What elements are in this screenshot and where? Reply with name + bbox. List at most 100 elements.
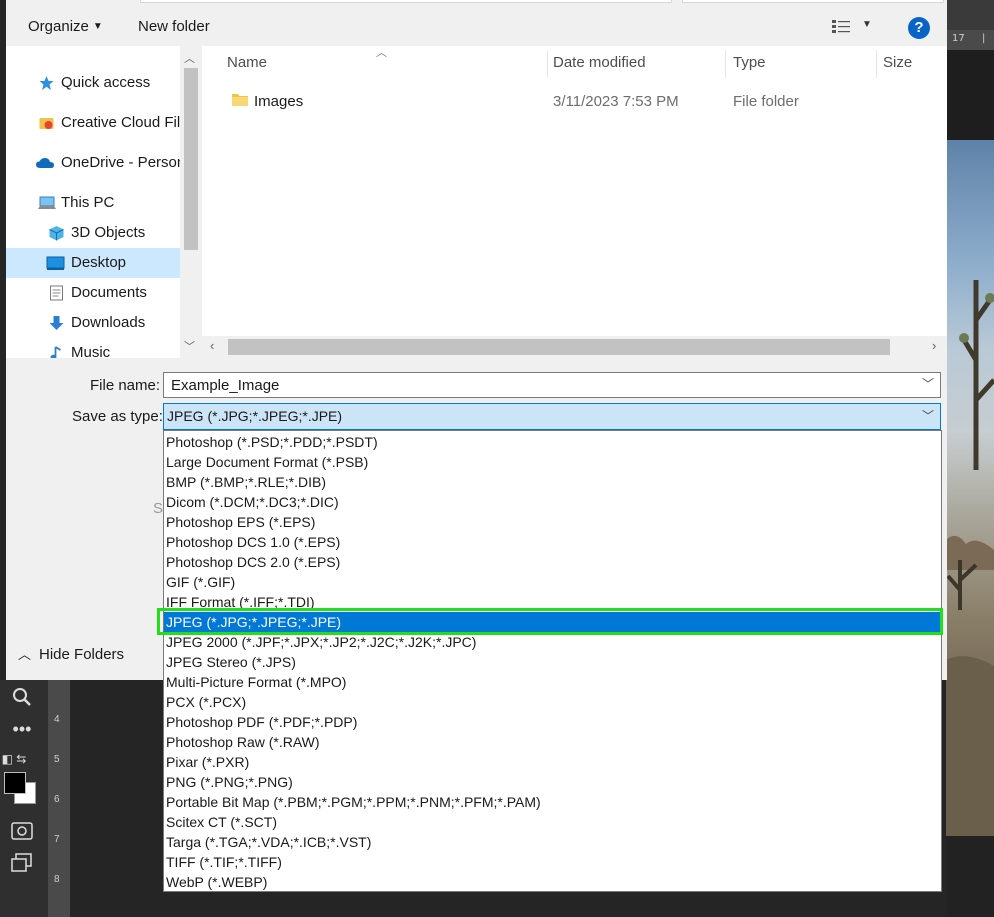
scrollbar-thumb[interactable] bbox=[184, 68, 198, 250]
ruler-label: 8 bbox=[54, 874, 60, 885]
column-header-size[interactable]: Size bbox=[883, 54, 912, 71]
dropdown-option[interactable]: BMP (*.BMP;*.RLE;*.DIB) bbox=[164, 472, 941, 492]
scrollbar-thumb[interactable] bbox=[228, 339, 890, 355]
nav-item-label: Downloads bbox=[71, 314, 146, 331]
dropdown-option[interactable]: Photoshop DCS 2.0 (*.EPS) bbox=[164, 552, 941, 572]
dropdown-option[interactable]: Photoshop PDF (*.PDF;*.PDP) bbox=[164, 712, 941, 732]
canvas-pasteboard bbox=[946, 836, 994, 917]
column-divider[interactable] bbox=[876, 50, 877, 78]
help-button[interactable]: ? bbox=[908, 17, 930, 39]
nav-scrollbar[interactable]: ︿ ﹀ bbox=[180, 46, 202, 358]
dropdown-option[interactable]: WebP (*.WEBP) bbox=[164, 872, 941, 892]
file-name-cell[interactable]: Images bbox=[254, 93, 303, 110]
dropdown-option[interactable]: Scitex CT (*.SCT) bbox=[164, 812, 941, 832]
zoom-tool-icon[interactable] bbox=[8, 684, 36, 710]
hide-folders-label: Hide Folders bbox=[39, 646, 125, 663]
dropdown-option[interactable]: GIF (*.GIF) bbox=[164, 572, 941, 592]
dropdown-option[interactable]: Targa (*.TGA;*.VDA;*.ICB;*.VST) bbox=[164, 832, 941, 852]
navigation-pane: Quick access Creative Cloud Files OneDri… bbox=[6, 46, 202, 358]
save-as-type-select[interactable]: JPEG (*.JPG;*.JPEG;*.JPE) ﹀ bbox=[163, 403, 941, 430]
screen-mode-icon[interactable] bbox=[8, 850, 36, 876]
chevron-right-icon[interactable]: › bbox=[932, 338, 936, 353]
cube-3d-icon bbox=[49, 226, 64, 241]
dropdown-option[interactable]: Multi-Picture Format (*.MPO) bbox=[164, 672, 941, 692]
date-modified-cell: 3/11/2023 7:53 PM bbox=[553, 93, 679, 110]
search-box[interactable] bbox=[682, 0, 944, 3]
nav-item-desktop[interactable]: Desktop bbox=[6, 248, 180, 278]
desktop-icon bbox=[46, 256, 65, 270]
chevron-down-icon[interactable]: ﹀ bbox=[922, 407, 934, 424]
column-divider[interactable] bbox=[725, 50, 726, 78]
view-dropdown-icon[interactable]: ▼ bbox=[862, 19, 872, 30]
canvas-pasteboard bbox=[946, 50, 994, 140]
dropdown-option[interactable]: JPEG Stereo (*.JPS) bbox=[164, 652, 941, 672]
column-divider[interactable] bbox=[547, 50, 548, 78]
quick-mask-icon[interactable] bbox=[8, 818, 36, 844]
dropdown-option[interactable]: Large Document Format (*.PSB) bbox=[164, 452, 941, 472]
vertical-ruler: 4 5 6 7 8 bbox=[48, 680, 70, 917]
dropdown-option[interactable]: Portable Bit Map (*.PBM;*.PGM;*.PPM;*.PN… bbox=[164, 792, 941, 812]
default-colors-icon[interactable]: ◧ ⇆ bbox=[0, 746, 28, 772]
address-bar[interactable] bbox=[140, 0, 672, 3]
save-as-type-label: Save as type: bbox=[72, 408, 163, 425]
computer-icon bbox=[38, 196, 56, 209]
file-name-field[interactable]: Example_Image ﹀ bbox=[163, 372, 941, 398]
organize-button[interactable]: Organize ▼ bbox=[28, 18, 103, 35]
dropdown-option[interactable]: TIFF (*.TIF;*.TIFF) bbox=[164, 852, 941, 872]
column-header-type[interactable]: Type bbox=[733, 54, 766, 71]
dropdown-option[interactable]: Photoshop EPS (*.EPS) bbox=[164, 512, 941, 532]
nav-item-quick-access[interactable]: Quick access bbox=[6, 68, 180, 98]
view-options-icon[interactable] bbox=[832, 20, 850, 34]
nav-item-documents[interactable]: Documents bbox=[6, 278, 180, 308]
dropdown-option[interactable]: PCX (*.PCX) bbox=[164, 692, 941, 712]
nav-item-music[interactable]: Music bbox=[6, 338, 180, 358]
dropdown-option[interactable]: Pixar (*.PXR) bbox=[164, 752, 941, 772]
nav-item-downloads[interactable]: Downloads bbox=[6, 308, 180, 338]
joshua-tree-scene bbox=[946, 280, 994, 836]
nav-item-label: Documents bbox=[71, 284, 147, 301]
chevron-left-icon[interactable]: ‹ bbox=[210, 338, 214, 353]
document-icon bbox=[50, 285, 63, 301]
new-folder-button[interactable]: New folder bbox=[138, 18, 210, 35]
file-name-label: File name: bbox=[90, 377, 161, 394]
column-header-date-modified[interactable]: Date modified bbox=[553, 54, 646, 71]
dropdown-option[interactable]: Photoshop Raw (*.RAW) bbox=[164, 732, 941, 752]
nav-item-label: Music bbox=[71, 344, 111, 358]
nav-item-label: Creative Cloud Files bbox=[61, 114, 180, 131]
nav-item-label: 3D Objects bbox=[71, 224, 146, 241]
folder-icon bbox=[232, 94, 248, 106]
dropdown-option[interactable]: Photoshop DCS 1.0 (*.EPS) bbox=[164, 532, 941, 552]
dropdown-option[interactable]: Photoshop (*.PSD;*.PDD;*.PSDT) bbox=[164, 432, 941, 452]
annotation-highlight-box bbox=[157, 608, 943, 635]
ruler-label: 4 bbox=[54, 714, 60, 725]
nav-item-label: Quick access bbox=[61, 74, 151, 91]
cloud-icon bbox=[36, 158, 54, 168]
file-name-value: Example_Image bbox=[171, 377, 280, 394]
chevron-down-icon[interactable]: ﹀ bbox=[184, 338, 195, 354]
nav-item-creative-cloud[interactable]: Creative Cloud Files bbox=[6, 108, 180, 138]
horizontal-ruler: 17 | bbox=[946, 30, 994, 50]
save-as-type-value: JPEG (*.JPG;*.JPEG;*.JPE) bbox=[167, 408, 343, 424]
command-bar: Organize ▼ New folder ▼ ? bbox=[6, 0, 947, 46]
horizontal-scrollbar[interactable]: ‹ › bbox=[202, 336, 947, 358]
star-icon bbox=[39, 76, 54, 90]
nav-item-3d-objects[interactable]: 3D Objects bbox=[6, 218, 180, 248]
column-header-name[interactable]: Name bbox=[227, 54, 267, 71]
chevron-down-icon: ▼ bbox=[92, 21, 103, 32]
dropdown-option[interactable]: Dicom (*.DCM;*.DC3;*.DIC) bbox=[164, 492, 941, 512]
chevron-down-icon[interactable]: ﹀ bbox=[922, 375, 934, 392]
nav-item-this-pc[interactable]: This PC bbox=[6, 188, 180, 218]
more-tools-icon[interactable]: ••• bbox=[8, 716, 36, 742]
foreground-color-swatch[interactable] bbox=[4, 772, 26, 794]
ruler-label: | bbox=[982, 33, 986, 44]
type-cell: File folder bbox=[733, 93, 799, 110]
dropdown-option[interactable]: PNG (*.PNG;*.PNG) bbox=[164, 772, 941, 792]
ruler-label: 6 bbox=[54, 794, 60, 805]
nav-item-onedrive[interactable]: OneDrive - Personal bbox=[6, 148, 180, 178]
chevron-up-icon[interactable]: ︿ bbox=[184, 50, 195, 66]
hide-folders-button[interactable]: ︿ Hide Folders bbox=[18, 644, 124, 663]
obscured-option-text: S bbox=[153, 500, 164, 517]
dropdown-option[interactable]: JPEG 2000 (*.JPF;*.JPX;*.JP2;*.J2C;*.J2K… bbox=[164, 632, 941, 652]
document-canvas-image[interactable] bbox=[946, 140, 994, 836]
music-note-icon bbox=[50, 346, 61, 358]
